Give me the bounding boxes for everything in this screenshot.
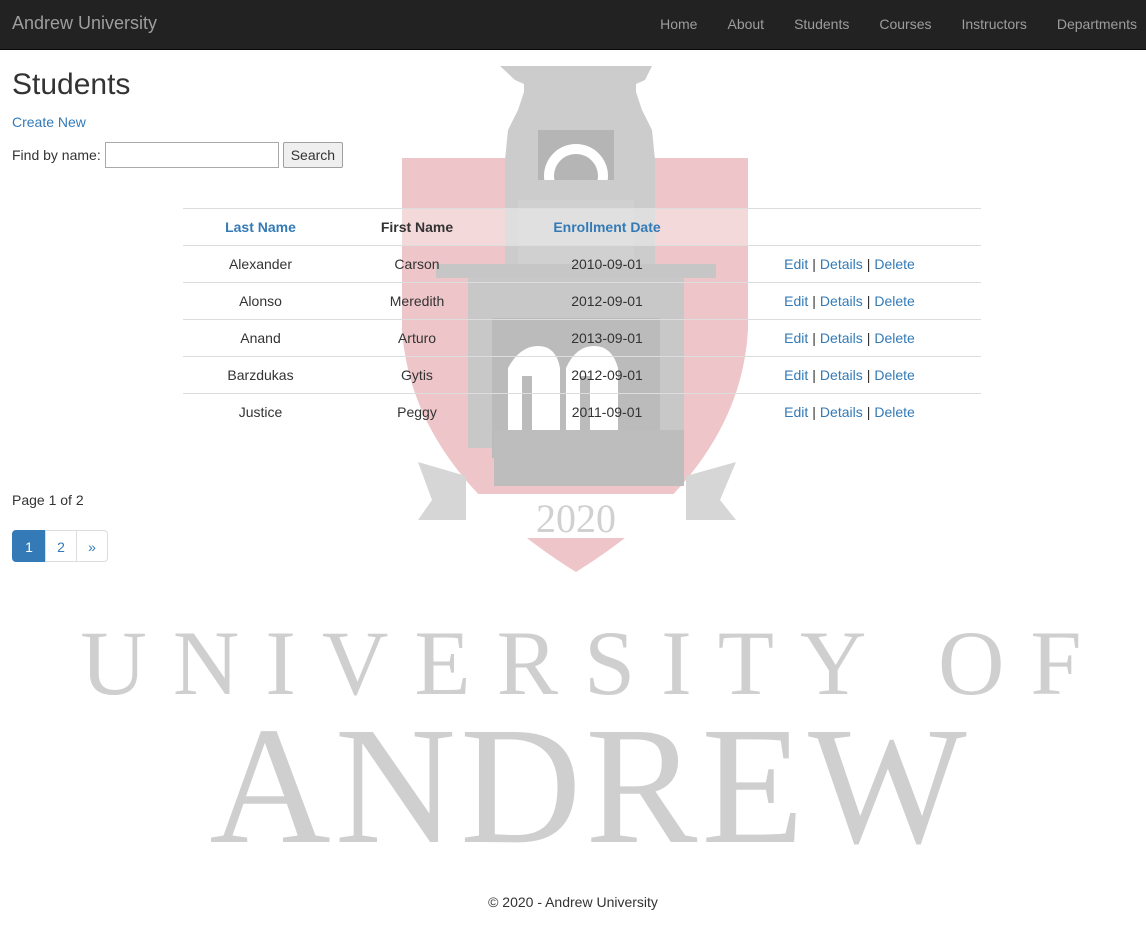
search-form: Find by name: Search	[12, 142, 344, 168]
details-link[interactable]: Details	[820, 293, 863, 309]
cell-last-name: Barzdukas	[183, 356, 338, 394]
cell-actions: Edit | Details | Delete	[718, 319, 981, 357]
top-navbar: Andrew University Home About Students Co…	[0, 0, 1146, 50]
cell-actions: Edit | Details | Delete	[718, 356, 981, 394]
page-title: Students	[12, 68, 131, 101]
cell-first-name: Carson	[338, 245, 496, 283]
delete-link[interactable]: Delete	[874, 256, 914, 272]
nav-link-courses[interactable]: Courses	[858, 0, 940, 48]
cell-first-name: Meredith	[338, 282, 496, 320]
cell-last-name: Alonso	[183, 282, 338, 320]
header-first-name: First Name	[338, 208, 496, 246]
cell-last-name: Justice	[183, 393, 338, 430]
details-link[interactable]: Details	[820, 330, 863, 346]
cell-first-name: Gytis	[338, 356, 496, 394]
page-link-2[interactable]: 2	[45, 530, 77, 562]
footer: © 2020 - Andrew University	[0, 894, 1146, 910]
page-link-1[interactable]: 1	[12, 530, 46, 562]
edit-link[interactable]: Edit	[784, 404, 808, 420]
delete-link[interactable]: Delete	[874, 367, 914, 383]
page-item-2: 2	[45, 530, 77, 562]
page-item-next: »	[76, 530, 108, 562]
search-button[interactable]: Search	[282, 142, 344, 168]
nav-item-instructors: Instructors	[940, 0, 1035, 50]
delete-link[interactable]: Delete	[874, 404, 914, 420]
page-item-1: 1	[12, 530, 46, 562]
create-new-link[interactable]: Create New	[12, 114, 86, 130]
details-link[interactable]: Details	[820, 256, 863, 272]
watermark-year: 2020	[536, 496, 616, 541]
cell-actions: Edit | Details | Delete	[718, 282, 981, 320]
university-watermark-logo: 2020 UNIVERSITY OF ANDREW	[80, 66, 1107, 879]
nav-item-courses: Courses	[858, 0, 940, 50]
delete-link[interactable]: Delete	[874, 293, 914, 309]
search-input[interactable]	[104, 142, 279, 168]
action-separator: |	[812, 256, 816, 272]
table-header-row: Last Name First Name Enrollment Date	[183, 208, 981, 246]
action-separator: |	[866, 367, 871, 383]
table-row: Alexander Carson 2010-09-01 Edit | Details…	[183, 245, 981, 283]
students-table: Last Name First Name Enrollment Date Ale…	[183, 208, 981, 430]
cell-last-name: Anand	[183, 319, 338, 357]
action-separator: |	[812, 367, 816, 383]
page-info: Page 1 of 2	[12, 492, 84, 508]
cell-enrollment-date: 2013-09-01	[496, 319, 718, 357]
watermark-line2: ANDREW	[209, 693, 970, 879]
nav-link-instructors[interactable]: Instructors	[940, 0, 1035, 48]
table-row: Alonso Meredith 2012-09-01 Edit | Details |…	[183, 282, 981, 320]
watermark-line1: UNIVERSITY OF	[80, 612, 1107, 714]
cell-last-name: Alexander	[183, 245, 338, 283]
edit-link[interactable]: Edit	[784, 256, 808, 272]
nav-link-home[interactable]: Home	[639, 0, 706, 48]
nav-item-about: About	[706, 0, 773, 50]
pagination: 1 2 »	[12, 530, 108, 562]
cell-enrollment-date: 2012-09-01	[496, 282, 718, 320]
brand-link[interactable]: Andrew University	[12, 13, 157, 34]
action-separator: |	[812, 330, 816, 346]
cell-enrollment-date: 2011-09-01	[496, 393, 718, 430]
footer-copyright: © 2020 - Andrew University	[488, 894, 658, 910]
cell-enrollment-date: 2010-09-01	[496, 245, 718, 283]
action-separator: |	[812, 404, 816, 420]
next-page-link[interactable]: »	[76, 530, 108, 562]
cell-first-name: Arturo	[338, 319, 496, 357]
action-separator: |	[866, 293, 871, 309]
cell-actions: Edit | Details | Delete	[718, 245, 981, 283]
table-row: Justice Peggy 2011-09-01 Edit | Details | De…	[183, 393, 981, 430]
search-label: Find by name:	[12, 147, 101, 163]
cell-enrollment-date: 2012-09-01	[496, 356, 718, 394]
action-separator: |	[866, 330, 871, 346]
action-separator: |	[866, 404, 871, 420]
details-link[interactable]: Details	[820, 367, 863, 383]
details-link[interactable]: Details	[820, 404, 863, 420]
nav-item-departments: Departments	[1036, 0, 1146, 50]
table-row: Anand Arturo 2013-09-01 Edit | Details | Del…	[183, 319, 981, 357]
edit-link[interactable]: Edit	[784, 367, 808, 383]
cell-first-name: Peggy	[338, 393, 496, 430]
header-last-name[interactable]: Last Name	[183, 208, 338, 246]
action-separator: |	[812, 293, 816, 309]
nav-item-students: Students	[773, 0, 858, 50]
delete-link[interactable]: Delete	[874, 330, 914, 346]
nav-link-departments[interactable]: Departments	[1036, 0, 1146, 48]
table-row: Barzdukas Gytis 2012-09-01 Edit | Details |…	[183, 356, 981, 394]
edit-link[interactable]: Edit	[784, 293, 808, 309]
nav-link-students[interactable]: Students	[773, 0, 858, 48]
edit-link[interactable]: Edit	[784, 330, 808, 346]
nav-menu: Home About Students Courses Instructors …	[639, 0, 1146, 50]
cell-actions: Edit | Details | Delete	[718, 393, 981, 430]
action-separator: |	[866, 256, 871, 272]
header-enrollment-date[interactable]: Enrollment Date	[496, 208, 718, 246]
nav-link-about[interactable]: About	[706, 0, 773, 48]
nav-item-home: Home	[639, 0, 706, 50]
header-actions	[718, 208, 981, 246]
